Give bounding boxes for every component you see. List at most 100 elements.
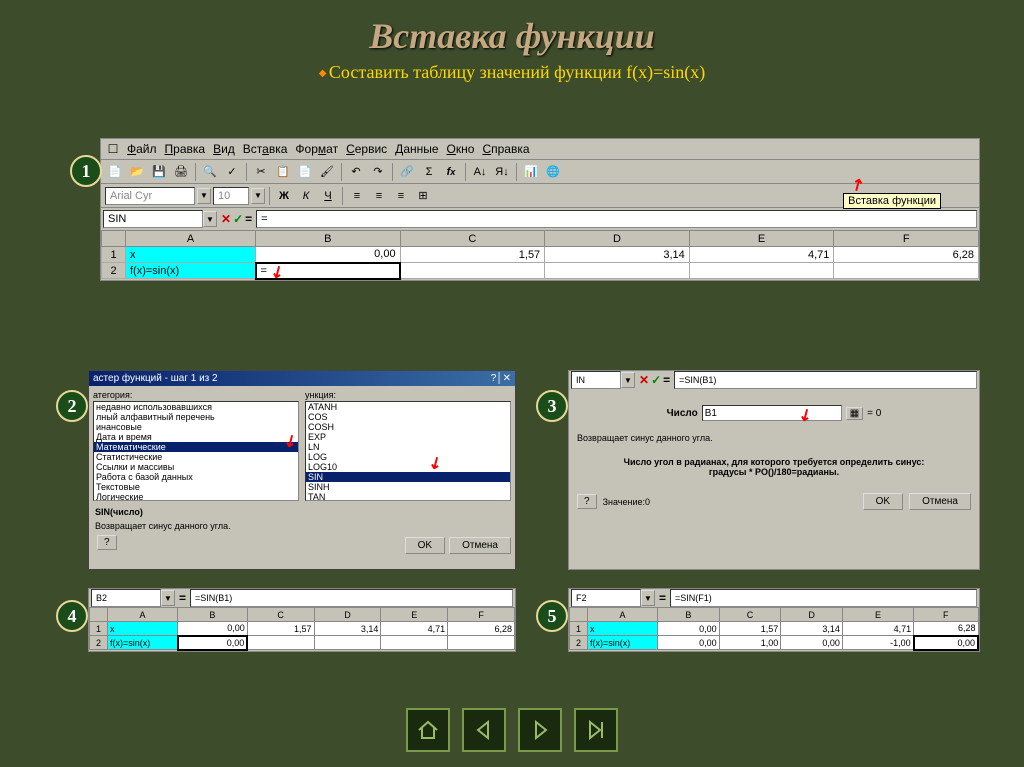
sheet-4[interactable]: ABCDEF 1x0,001,573,144,716,28 2f(x)=sin(…: [89, 607, 515, 651]
underline-icon[interactable]: Ч: [318, 186, 338, 206]
menubar[interactable]: ☐ Файл Правка Вид Вставка Формат Сервис …: [101, 139, 979, 160]
font-dropdown-icon[interactable]: ▼: [197, 188, 211, 204]
cancel-3-button[interactable]: Отмена: [909, 493, 971, 510]
function-item[interactable]: EXP: [306, 432, 510, 442]
cell-D2[interactable]: [545, 263, 690, 279]
help-button[interactable]: ?: [97, 535, 117, 550]
sheet-5[interactable]: ABCDEF 1x0,001,573,144,716,28 2f(x)=sin(…: [569, 607, 979, 651]
menu-edit[interactable]: Правка: [163, 141, 208, 157]
menu-data[interactable]: Данные: [393, 141, 440, 157]
wizard-help-icon[interactable]: ?│✕: [491, 373, 511, 384]
category-item[interactable]: Математические: [94, 442, 298, 452]
help-3-button[interactable]: ?: [577, 494, 597, 509]
copy-icon[interactable]: 📋: [273, 162, 293, 182]
italic-icon[interactable]: К: [296, 186, 316, 206]
equals-icon[interactable]: =: [245, 212, 252, 226]
undo-icon[interactable]: ↶: [346, 162, 366, 182]
sort-asc-icon[interactable]: A↓: [470, 162, 490, 182]
cell-E2[interactable]: [689, 263, 834, 279]
sort-desc-icon[interactable]: Я↓: [492, 162, 512, 182]
ok-3-button[interactable]: OK: [863, 493, 903, 510]
function-item[interactable]: LOG: [306, 452, 510, 462]
paste-icon[interactable]: 📄: [295, 162, 315, 182]
function-item[interactable]: LOG10: [306, 462, 510, 472]
open-icon[interactable]: 📂: [127, 162, 147, 182]
spreadsheet-grid[interactable]: A B C D E F 1 x 0,00 1,57 3,14 4,71 6,28…: [101, 230, 979, 280]
namebox-5[interactable]: F2: [571, 589, 641, 607]
collapse-icon[interactable]: ▦: [846, 407, 863, 420]
nav-last-button[interactable]: [574, 708, 618, 752]
category-item[interactable]: Логические: [94, 492, 298, 501]
save-icon[interactable]: 💾: [149, 162, 169, 182]
cell-F1[interactable]: 6,28: [834, 247, 979, 263]
dropdown-4-icon[interactable]: ▼: [161, 590, 175, 606]
accept-3-icon[interactable]: ✓: [651, 373, 661, 387]
menu-help[interactable]: Справка: [480, 141, 531, 157]
align-left-icon[interactable]: ≡: [347, 186, 367, 206]
cut-icon[interactable]: ✂: [251, 162, 271, 182]
namebox-4[interactable]: B2: [91, 589, 161, 607]
cell-D1[interactable]: 3,14: [545, 247, 690, 263]
menu-tools[interactable]: Сервис: [344, 141, 389, 157]
menu-file[interactable]: Файл: [125, 141, 159, 157]
category-item[interactable]: Статистические: [94, 452, 298, 462]
menu-insert[interactable]: Вставка: [241, 141, 290, 157]
link-icon[interactable]: 🔗: [397, 162, 417, 182]
merge-icon[interactable]: ⊞: [413, 186, 433, 206]
function-list[interactable]: ATANHCOSCOSHEXPLNLOGLOG10SINSINHTANTANH: [305, 401, 511, 501]
spell-icon[interactable]: ✓: [222, 162, 242, 182]
cell-E1[interactable]: 4,71: [689, 247, 834, 263]
category-list[interactable]: недавно использовавшихсялный алфавитный …: [93, 401, 299, 501]
align-right-icon[interactable]: ≡: [391, 186, 411, 206]
cell-F2[interactable]: [834, 263, 979, 279]
namebox-dropdown-icon[interactable]: ▼: [203, 211, 217, 227]
function-item[interactable]: COSH: [306, 422, 510, 432]
formula-input[interactable]: =: [256, 210, 977, 228]
nav-prev-button[interactable]: [462, 708, 506, 752]
format-painter-icon[interactable]: 🖌: [317, 162, 337, 182]
category-item[interactable]: Работа с базой данных: [94, 472, 298, 482]
category-item[interactable]: инансовые: [94, 422, 298, 432]
bold-icon[interactable]: Ж: [274, 186, 294, 206]
function-item[interactable]: SINH: [306, 482, 510, 492]
dropdown-5-icon[interactable]: ▼: [641, 590, 655, 606]
align-center-icon[interactable]: ≡: [369, 186, 389, 206]
cancel-formula-icon[interactable]: ✕: [221, 212, 231, 226]
function-item[interactable]: COS: [306, 412, 510, 422]
category-item[interactable]: Ссылки и массивы: [94, 462, 298, 472]
category-item[interactable]: Текстовые: [94, 482, 298, 492]
font-selector[interactable]: Arial Cyr: [105, 187, 195, 205]
function-item[interactable]: SIN: [306, 472, 510, 482]
chart-icon[interactable]: 📊: [521, 162, 541, 182]
category-item[interactable]: Дата и время: [94, 432, 298, 442]
fontsize-dropdown-icon[interactable]: ▼: [251, 188, 265, 204]
function-item[interactable]: ATANH: [306, 402, 510, 412]
preview-icon[interactable]: 🔍: [200, 162, 220, 182]
function-item[interactable]: TAN: [306, 492, 510, 501]
map-icon[interactable]: 🌐: [543, 162, 563, 182]
cell-C2[interactable]: [400, 263, 545, 279]
ok-button[interactable]: OK: [405, 537, 445, 554]
menu-window[interactable]: Окно: [445, 141, 477, 157]
eq-3-icon[interactable]: =: [663, 373, 670, 387]
formula-3[interactable]: =SIN(B1): [674, 371, 977, 389]
fontsize-selector[interactable]: 10: [213, 187, 249, 205]
sum-icon[interactable]: Σ: [419, 162, 439, 182]
print-icon[interactable]: 🖨: [171, 162, 191, 182]
new-icon[interactable]: 📄: [105, 162, 125, 182]
formula-5[interactable]: =SIN(F1): [670, 589, 977, 607]
dropdown-3-icon[interactable]: ▼: [621, 372, 635, 388]
accept-formula-icon[interactable]: ✓: [233, 212, 243, 226]
name-box[interactable]: SIN: [103, 210, 203, 228]
category-item[interactable]: лный алфавитный перечень: [94, 412, 298, 422]
redo-icon[interactable]: ↷: [368, 162, 388, 182]
namebox-3[interactable]: IN: [571, 371, 621, 389]
category-item[interactable]: недавно использовавшихся: [94, 402, 298, 412]
menu-view[interactable]: Вид: [211, 141, 237, 157]
cell-A1[interactable]: x: [126, 247, 256, 263]
menu-format[interactable]: Формат: [293, 141, 340, 157]
fx-icon[interactable]: fx: [441, 162, 461, 182]
formula-4[interactable]: =SIN(B1): [190, 589, 513, 607]
nav-next-button[interactable]: [518, 708, 562, 752]
arg-input[interactable]: B1: [702, 405, 842, 421]
